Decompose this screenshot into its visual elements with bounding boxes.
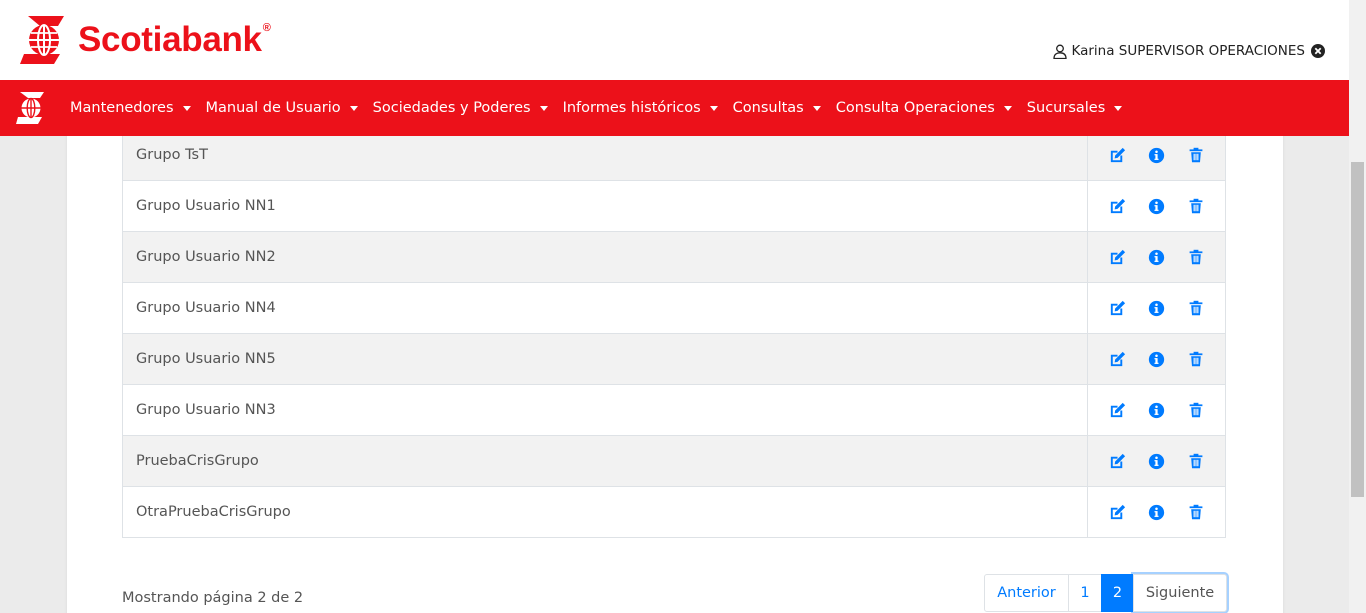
main-navbar: Mantenedores Manual de Usuario Sociedade… — [0, 80, 1349, 136]
user-name: Karina SUPERVISOR OPERACIONES — [1071, 43, 1305, 59]
row-actions — [1088, 400, 1225, 420]
edit-icon[interactable] — [1108, 349, 1128, 369]
chevron-down-icon — [1114, 105, 1123, 111]
nav-label: Consultas — [732, 100, 804, 116]
info-icon[interactable] — [1147, 298, 1167, 318]
info-icon[interactable] — [1147, 145, 1167, 165]
info-icon[interactable] — [1147, 247, 1167, 267]
edit-icon[interactable] — [1108, 451, 1128, 471]
pagination-status: Mostrando página 2 de 2 — [122, 590, 304, 606]
group-name-cell: Grupo Usuario NN1 — [122, 180, 1088, 232]
registered-mark: ® — [262, 22, 271, 34]
trash-icon[interactable] — [1186, 196, 1206, 216]
group-name-cell: Grupo Usuario NN4 — [122, 282, 1088, 334]
chevron-down-icon — [182, 105, 191, 111]
pagination-page-1[interactable]: 1 — [1068, 574, 1102, 612]
scotiabank-nav-logo-icon[interactable] — [16, 91, 46, 125]
nav-label: Consulta Operaciones — [835, 100, 995, 116]
table-row: Grupo TsT — [122, 129, 1226, 181]
table-row: Grupo Usuario NN4 — [122, 282, 1226, 334]
trash-icon[interactable] — [1186, 145, 1206, 165]
row-actions — [1088, 145, 1225, 165]
pagination: Anterior 1 2 Siguiente — [984, 574, 1227, 612]
info-icon[interactable] — [1147, 451, 1167, 471]
edit-icon[interactable] — [1108, 298, 1128, 318]
chevron-down-icon — [539, 105, 548, 111]
scotiabank-logo-icon — [20, 16, 64, 64]
group-name-cell: Grupo Usuario NN3 — [122, 384, 1088, 436]
row-actions — [1088, 502, 1225, 522]
actions-cell — [1087, 129, 1226, 181]
nav-label: Manual de Usuario — [205, 100, 341, 116]
trash-icon[interactable] — [1186, 451, 1206, 471]
group-name-cell: PruebaCrisGrupo — [122, 435, 1088, 487]
actions-cell — [1087, 486, 1226, 538]
chevron-down-icon — [349, 105, 358, 111]
chevron-down-icon — [709, 105, 718, 111]
nav-mantenedores[interactable]: Mantenedores — [70, 100, 191, 116]
trash-icon[interactable] — [1186, 247, 1206, 267]
info-icon[interactable] — [1147, 349, 1167, 369]
nav-sucursales[interactable]: Sucursales — [1026, 100, 1123, 116]
pagination-next-button[interactable]: Siguiente — [1133, 574, 1227, 612]
nav-consulta-operaciones[interactable]: Consulta Operaciones — [836, 100, 1012, 116]
brand-logo[interactable]: Scotiabank ® — [20, 14, 271, 66]
row-actions — [1088, 196, 1225, 216]
table-row: OtraPruebaCrisGrupo — [122, 486, 1226, 538]
actions-cell — [1087, 282, 1226, 334]
group-name-cell: Grupo TsT — [122, 129, 1088, 181]
row-actions — [1088, 298, 1225, 318]
actions-cell — [1087, 180, 1226, 232]
info-icon[interactable] — [1147, 196, 1167, 216]
nav-manual-de-usuario[interactable]: Manual de Usuario — [206, 100, 358, 116]
brand-name: Scotiabank — [78, 20, 262, 59]
row-actions — [1088, 349, 1225, 369]
trash-icon[interactable] — [1186, 349, 1206, 369]
table-row: PruebaCrisGrupo — [122, 435, 1226, 487]
trash-icon[interactable] — [1186, 298, 1206, 318]
user-menu[interactable]: Karina SUPERVISOR OPERACIONES — [1053, 43, 1325, 59]
user-icon — [1053, 44, 1068, 59]
nav-label: Mantenedores — [70, 100, 174, 116]
group-name-cell: Grupo Usuario NN5 — [122, 333, 1088, 385]
table-row: Grupo Usuario NN5 — [122, 333, 1226, 385]
pagination-page-2-active[interactable]: 2 — [1101, 574, 1134, 612]
nav-label: Sucursales — [1026, 100, 1106, 116]
nav-label: Sociedades y Poderes — [372, 100, 531, 116]
edit-icon[interactable] — [1108, 196, 1128, 216]
info-icon[interactable] — [1147, 400, 1167, 420]
chevron-down-icon — [812, 105, 821, 111]
actions-cell — [1087, 333, 1226, 385]
edit-icon[interactable] — [1108, 400, 1128, 420]
groups-table: ererereGrupo TsTGrupo Usuario NN1Grupo U… — [122, 77, 1226, 538]
group-name-cell: Grupo Usuario NN2 — [122, 231, 1088, 283]
group-name-cell: OtraPruebaCrisGrupo — [122, 486, 1088, 538]
content-card: ererereGrupo TsTGrupo Usuario NN1Grupo U… — [67, 77, 1283, 613]
top-header: Scotiabank ® Karina SUPERVISOR OPERACION… — [0, 0, 1349, 80]
edit-icon[interactable] — [1108, 145, 1128, 165]
nav-label: Informes históricos — [562, 100, 701, 116]
nav-consultas[interactable]: Consultas — [733, 100, 821, 116]
edit-icon[interactable] — [1108, 247, 1128, 267]
table-row: Grupo Usuario NN3 — [122, 384, 1226, 436]
edit-icon[interactable] — [1108, 502, 1128, 522]
actions-cell — [1087, 384, 1226, 436]
actions-cell — [1087, 231, 1226, 283]
pagination-previous-button[interactable]: Anterior — [984, 574, 1069, 612]
actions-cell — [1087, 435, 1226, 487]
nav-informes-historicos[interactable]: Informes históricos — [563, 100, 718, 116]
page-scrollbar[interactable] — [1349, 0, 1366, 613]
table-row: Grupo Usuario NN2 — [122, 231, 1226, 283]
chevron-down-icon — [1003, 105, 1012, 111]
table-row: Grupo Usuario NN1 — [122, 180, 1226, 232]
close-circle-icon[interactable] — [1311, 44, 1325, 58]
trash-icon[interactable] — [1186, 502, 1206, 522]
nav-sociedades-y-poderes[interactable]: Sociedades y Poderes — [373, 100, 548, 116]
row-actions — [1088, 247, 1225, 267]
scrollbar-thumb[interactable] — [1351, 162, 1364, 497]
info-icon[interactable] — [1147, 502, 1167, 522]
trash-icon[interactable] — [1186, 400, 1206, 420]
row-actions — [1088, 451, 1225, 471]
